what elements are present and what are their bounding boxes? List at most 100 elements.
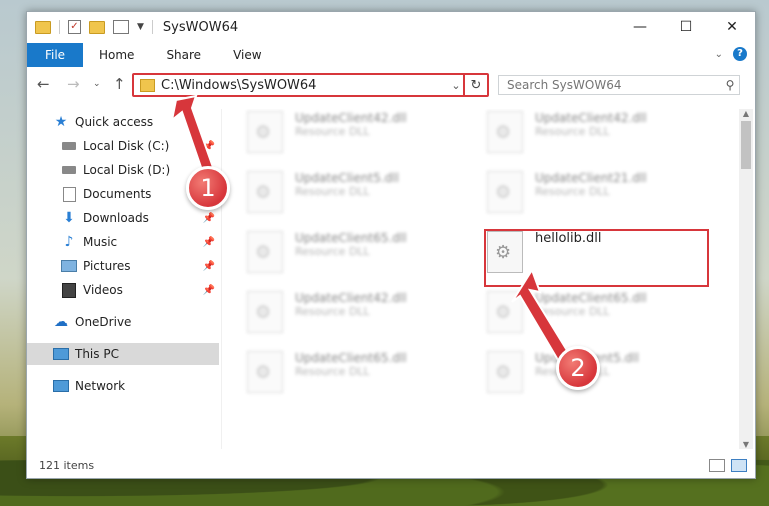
file-name: UpdateClient65.dll bbox=[295, 231, 407, 245]
dll-file-icon bbox=[247, 351, 283, 393]
large-icons-view-icon[interactable] bbox=[731, 458, 747, 472]
maximize-button[interactable]: ☐ bbox=[663, 12, 709, 42]
file-name: UpdateClient65.dll bbox=[535, 291, 647, 305]
file-type: Resource DLL bbox=[535, 185, 610, 198]
scroll-down-icon[interactable]: ▼ bbox=[739, 440, 753, 449]
ribbon-tabs: File Home Share View ⌄ ? bbox=[27, 43, 755, 67]
expand-ribbon-icon[interactable]: ⌄ bbox=[715, 49, 723, 60]
file-item[interactable]: UpdateClient42.dllResource DLL bbox=[487, 111, 707, 163]
nav-label: Network bbox=[75, 379, 126, 393]
scroll-thumb[interactable] bbox=[741, 121, 751, 169]
navigation-pane: ★ Quick access Local Disk (C:) 📌 Local D… bbox=[27, 109, 219, 444]
star-icon: ★ bbox=[54, 114, 68, 130]
scroll-up-icon[interactable]: ▲ bbox=[739, 109, 753, 118]
download-arrow-icon: ⬇ bbox=[63, 210, 75, 226]
recent-locations-chevron-icon[interactable]: ⌄ bbox=[93, 79, 101, 89]
tab-view[interactable]: View bbox=[217, 48, 277, 62]
file-item[interactable]: UpdateClient42.dllResource DLL bbox=[247, 111, 467, 163]
pin-icon[interactable]: 📌 bbox=[203, 141, 215, 152]
file-item[interactable]: UpdateClient65.dllResource DLL bbox=[247, 231, 467, 283]
dll-file-icon bbox=[247, 231, 283, 273]
address-folder-icon bbox=[140, 78, 155, 92]
nav-network[interactable]: Network bbox=[27, 375, 219, 397]
file-item[interactable]: UpdateClient65.dllResource DLL bbox=[247, 351, 467, 403]
properties-check-icon[interactable]: ✓ bbox=[68, 20, 81, 34]
explorer-window: ✓ ▼ SysWOW64 — ☐ ✕ File Home Share View … bbox=[26, 11, 756, 479]
file-type: Resource DLL bbox=[295, 305, 370, 318]
nav-videos[interactable]: Videos 📌 bbox=[27, 279, 219, 301]
drive-icon bbox=[61, 139, 77, 153]
folder-icon bbox=[35, 20, 51, 34]
film-icon bbox=[61, 282, 77, 298]
item-count: 121 items bbox=[39, 458, 95, 472]
nav-label: Documents bbox=[83, 187, 152, 201]
back-arrow-icon[interactable]: ← bbox=[37, 75, 50, 93]
file-type: Resource DLL bbox=[535, 305, 610, 318]
file-type: Resource DLL bbox=[295, 365, 370, 378]
address-bar[interactable]: C:\Windows\SysWOW64 ⌄ bbox=[132, 73, 466, 97]
file-name: UpdateClient42.dll bbox=[535, 111, 647, 125]
window-controls: — ☐ ✕ bbox=[617, 12, 755, 42]
file-item[interactable]: UpdateClient5.dllResource DLL bbox=[247, 171, 467, 223]
customize-toolbar-icon[interactable] bbox=[113, 20, 129, 34]
close-button[interactable]: ✕ bbox=[709, 12, 755, 42]
search-icon[interactable]: ⚲ bbox=[721, 78, 739, 92]
nav-label: Videos bbox=[83, 283, 123, 297]
search-box[interactable]: ⚲ bbox=[498, 75, 740, 95]
pin-icon[interactable]: 📌 bbox=[203, 237, 215, 248]
file-type: Resource DLL bbox=[295, 185, 370, 198]
pane-divider[interactable] bbox=[221, 109, 222, 449]
forward-arrow-icon[interactable]: → bbox=[67, 75, 80, 93]
nav-local-disk-c[interactable]: Local Disk (C:) 📌 bbox=[27, 135, 219, 157]
file-type: Resource DLL bbox=[295, 245, 370, 258]
nav-quick-access[interactable]: ★ Quick access bbox=[27, 111, 219, 133]
window-title: SysWOW64 bbox=[162, 19, 239, 35]
minimize-button[interactable]: — bbox=[617, 12, 663, 42]
tab-share[interactable]: Share bbox=[150, 48, 217, 62]
hellolib-highlight-box bbox=[484, 229, 709, 287]
refresh-button[interactable]: ↻ bbox=[463, 73, 489, 97]
status-bar: 121 items bbox=[27, 452, 755, 478]
details-view-icon[interactable] bbox=[709, 458, 725, 472]
dll-file-icon bbox=[247, 291, 283, 333]
pin-icon[interactable]: 📌 bbox=[203, 285, 215, 296]
ribbon-right: ⌄ ? bbox=[715, 47, 747, 61]
step-badge-2: 2 bbox=[556, 346, 600, 390]
file-name: UpdateClient65.dll bbox=[295, 351, 407, 365]
pin-icon[interactable]: 📌 bbox=[203, 261, 215, 272]
dll-file-icon bbox=[487, 291, 523, 333]
view-switcher bbox=[709, 458, 747, 472]
nav-music[interactable]: ♪ Music 📌 bbox=[27, 231, 219, 253]
nav-this-pc[interactable]: This PC bbox=[27, 343, 219, 365]
new-folder-icon[interactable] bbox=[89, 20, 105, 34]
nav-label: Music bbox=[83, 235, 118, 249]
file-item[interactable]: UpdateClient21.dllResource DLL bbox=[487, 171, 707, 223]
nav-label: Local Disk (D:) bbox=[83, 163, 171, 177]
address-path[interactable]: C:\Windows\SysWOW64 bbox=[161, 78, 448, 93]
toolbar-dropdown-icon[interactable]: ▼ bbox=[137, 22, 144, 32]
nav-pictures[interactable]: Pictures 📌 bbox=[27, 255, 219, 277]
nav-onedrive[interactable]: ☁ OneDrive bbox=[27, 311, 219, 333]
file-item[interactable]: UpdateClient42.dllResource DLL bbox=[247, 291, 467, 343]
nav-downloads[interactable]: ⬇ Downloads 📌 bbox=[27, 207, 219, 229]
dll-file-icon bbox=[487, 171, 523, 213]
help-icon[interactable]: ? bbox=[733, 47, 747, 61]
pin-icon[interactable]: 📌 bbox=[203, 213, 215, 224]
toolbar-separator bbox=[59, 20, 60, 34]
tab-file[interactable]: File bbox=[27, 43, 83, 67]
nav-label: Local Disk (C:) bbox=[83, 139, 170, 153]
toolbar-separator bbox=[151, 20, 153, 34]
up-arrow-icon[interactable]: ↑ bbox=[113, 75, 126, 93]
tab-home[interactable]: Home bbox=[83, 48, 150, 62]
file-item[interactable]: UpdateClient65.dllResource DLL bbox=[487, 291, 707, 343]
vertical-scrollbar[interactable]: ▲ ▼ bbox=[739, 109, 753, 449]
quick-access-toolbar: ✓ ▼ bbox=[27, 20, 153, 34]
pictures-icon bbox=[61, 259, 77, 273]
file-type: Resource DLL bbox=[295, 125, 370, 138]
address-dropdown-icon[interactable]: ⌄ bbox=[448, 79, 464, 92]
file-name: UpdateClient5.dll bbox=[295, 171, 399, 185]
file-name: UpdateClient42.dll bbox=[295, 291, 407, 305]
nav-label: This PC bbox=[75, 347, 119, 361]
dll-file-icon bbox=[247, 171, 283, 213]
search-input[interactable] bbox=[499, 77, 721, 93]
